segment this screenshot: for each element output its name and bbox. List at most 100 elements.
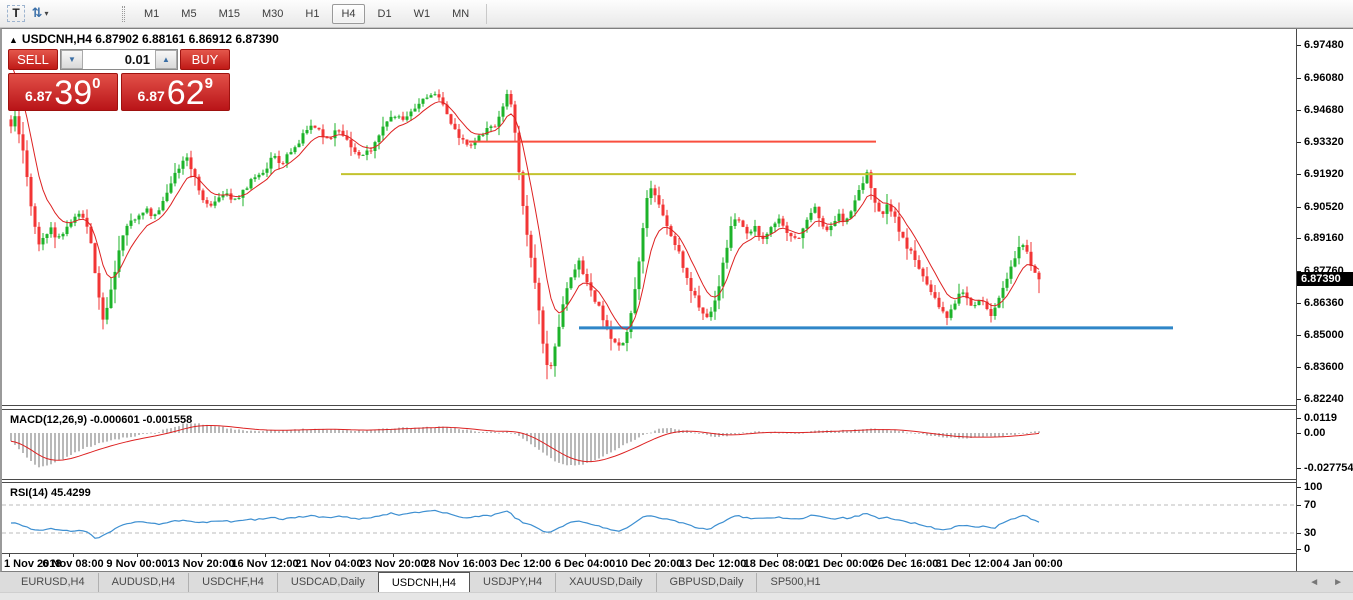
candle-body [286, 154, 289, 163]
candle-body [102, 297, 105, 319]
price-tick-label: 6.96080 [1304, 72, 1344, 84]
chart-tab-USDCNH-H4[interactable]: USDCNH,H4 [378, 572, 470, 592]
macd-histogram-bar [466, 430, 468, 434]
macd-histogram-bar [534, 433, 536, 447]
candle-body [950, 309, 953, 318]
chart-tab-USDJPY-H4[interactable]: USDJPY,H4 [470, 573, 555, 592]
macd-histogram-bar [34, 433, 36, 465]
macd-histogram-bar [206, 425, 208, 433]
candle-body [634, 289, 637, 313]
chart-tab-EURUSD-H4[interactable]: EURUSD,H4 [8, 573, 98, 592]
timeframe-button-W1[interactable]: W1 [405, 4, 440, 24]
candle-body [130, 221, 133, 226]
chart-title-text: USDCNH,H4 6.87902 6.88161 6.86912 6.8739… [22, 32, 279, 46]
macd-histogram-bar [30, 433, 32, 461]
candle-body [558, 327, 561, 347]
price-tick-mark [1297, 303, 1301, 304]
macd-histogram-bar [718, 433, 720, 437]
buy-price-sup: 9 [205, 75, 213, 92]
candle-body [1022, 245, 1025, 247]
timeframe-button-M30[interactable]: M30 [253, 4, 292, 24]
tab-scroll-left-button[interactable]: ◄ [1309, 577, 1319, 588]
timeframe-button-M15[interactable]: M15 [210, 4, 249, 24]
candle-body [378, 135, 381, 142]
macd-histogram-bar [18, 433, 20, 449]
buy-price-display[interactable]: 6.87 62 9 [121, 73, 231, 111]
time-axis[interactable]: 1 Nov 20186 Nov 08:009 Nov 00:0013 Nov 2… [2, 553, 1296, 571]
timeframe-button-M5[interactable]: M5 [172, 4, 205, 24]
time-tick-mark [73, 554, 74, 557]
candle-body [270, 158, 273, 169]
macd-histogram-bar [1022, 433, 1024, 434]
candle-body [414, 109, 417, 112]
macd-histogram-bar [198, 423, 200, 433]
candle-body [538, 283, 541, 311]
price-tick-label: 6.97480 [1304, 39, 1344, 51]
rsi-tick-mark [1297, 487, 1301, 488]
macd-histogram-bar [622, 433, 624, 445]
candle-body [126, 226, 129, 235]
volume-increase-button[interactable]: ▲ [155, 50, 177, 69]
candle-body [354, 147, 357, 152]
sell-button[interactable]: SELL [8, 49, 58, 70]
macd-histogram-bar [306, 430, 308, 433]
title-arrow-icon: ▲ [9, 35, 18, 45]
candle-body [78, 214, 81, 217]
candle-body [534, 258, 537, 283]
macd-histogram-bar [118, 433, 120, 439]
candle-body [862, 183, 865, 190]
macd-indicator-chart[interactable] [2, 410, 1296, 479]
candle-body [302, 133, 305, 143]
chart-tab-AUDUSD-H4[interactable]: AUDUSD,H4 [98, 573, 189, 592]
macd-histogram-bar [530, 433, 532, 444]
toolbar-grip-handle[interactable] [122, 6, 125, 22]
candle-body [618, 342, 621, 345]
chevron-down-icon: ▾ [44, 9, 48, 18]
candle-body [734, 219, 737, 226]
macd-histogram-bar [886, 430, 888, 433]
candle-body [994, 308, 997, 316]
timeframe-button-M1[interactable]: M1 [135, 4, 168, 24]
price-axis[interactable]: 6.974806.960806.946806.933206.919206.905… [1296, 29, 1353, 571]
tab-scroll-right-button[interactable]: ► [1333, 577, 1343, 588]
text-tool-button[interactable]: T [5, 3, 27, 25]
timeframe-button-MN[interactable]: MN [443, 4, 478, 24]
candle-body [350, 140, 353, 148]
candle-body [662, 205, 665, 216]
volume-input[interactable] [83, 50, 155, 69]
buy-button[interactable]: BUY [180, 49, 230, 70]
sell-price-display[interactable]: 6.87 39 0 [8, 73, 118, 111]
price-tick-mark [1297, 238, 1301, 239]
candle-body [686, 268, 689, 278]
chart-tab-USDCHF-H4[interactable]: USDCHF,H4 [188, 573, 277, 592]
macd-histogram-bar [658, 429, 660, 433]
timeframe-button-H4[interactable]: H4 [332, 4, 364, 24]
rsi-indicator-chart[interactable] [2, 483, 1296, 553]
macd-histogram-bar [662, 428, 664, 433]
volume-decrease-button[interactable]: ▼ [61, 50, 83, 69]
indicator-tool-button[interactable]: ⇅ ▾ [29, 3, 51, 25]
chart-tab-USDCAD-Daily[interactable]: USDCAD,Daily [277, 573, 378, 592]
candle-body [874, 188, 877, 203]
macd-histogram-bar [966, 433, 968, 439]
price-tick-label: 6.94680 [1304, 104, 1344, 116]
candle-body [914, 251, 917, 260]
macd-histogram-bar [974, 433, 976, 437]
timeframe-button-D1[interactable]: D1 [369, 4, 401, 24]
macd-histogram-bar [10, 433, 12, 441]
macd-histogram-bar [702, 433, 704, 434]
chart-tab-XAUUSD-Daily[interactable]: XAUUSD,Daily [555, 573, 655, 592]
candle-body [938, 298, 941, 307]
candle-body [566, 288, 569, 304]
macd-histogram-bar [254, 431, 256, 433]
chart-tab-SP500-H1[interactable]: SP500,H1 [756, 573, 833, 592]
chart-tab-GBPUSD-Daily[interactable]: GBPUSD,Daily [656, 573, 757, 592]
timeframe-button-H1[interactable]: H1 [296, 4, 328, 24]
candle-body [530, 235, 533, 258]
buy-price-prefix: 6.87 [138, 88, 165, 104]
macd-histogram-bar [666, 428, 668, 433]
macd-histogram-bar [558, 433, 560, 463]
price-tick-mark [1297, 78, 1301, 79]
macd-histogram-bar [990, 433, 992, 436]
macd-histogram-bar [482, 432, 484, 433]
